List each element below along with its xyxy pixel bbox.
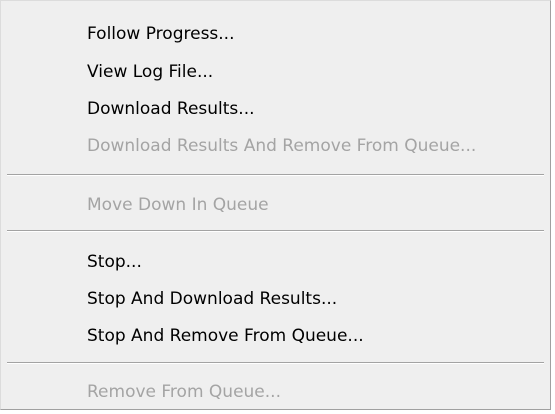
menu-item-download-results-and-remove[interactable]: Download Results And Remove From Queue..… bbox=[87, 129, 540, 163]
menu-item-stop-and-remove-from-queue[interactable]: Stop And Remove From Queue... bbox=[87, 319, 540, 353]
menu-item-stop-and-download-results[interactable]: Stop And Download Results... bbox=[87, 282, 540, 316]
menu-item-follow-progress[interactable]: Follow Progress... bbox=[87, 17, 540, 51]
menu-item-view-log-file[interactable]: View Log File... bbox=[87, 55, 540, 89]
menu-item-move-down-in-queue[interactable]: Move Down In Queue bbox=[87, 188, 540, 222]
menu-item-download-results[interactable]: Download Results... bbox=[87, 92, 540, 126]
context-menu: Follow Progress... View Log File... Down… bbox=[0, 0, 551, 410]
menu-separator bbox=[7, 174, 544, 176]
menu-separator bbox=[7, 362, 544, 364]
menu-item-stop[interactable]: Stop... bbox=[87, 245, 540, 279]
menu-separator bbox=[7, 230, 544, 232]
menu-item-remove-from-queue[interactable]: Remove From Queue... bbox=[87, 375, 540, 409]
